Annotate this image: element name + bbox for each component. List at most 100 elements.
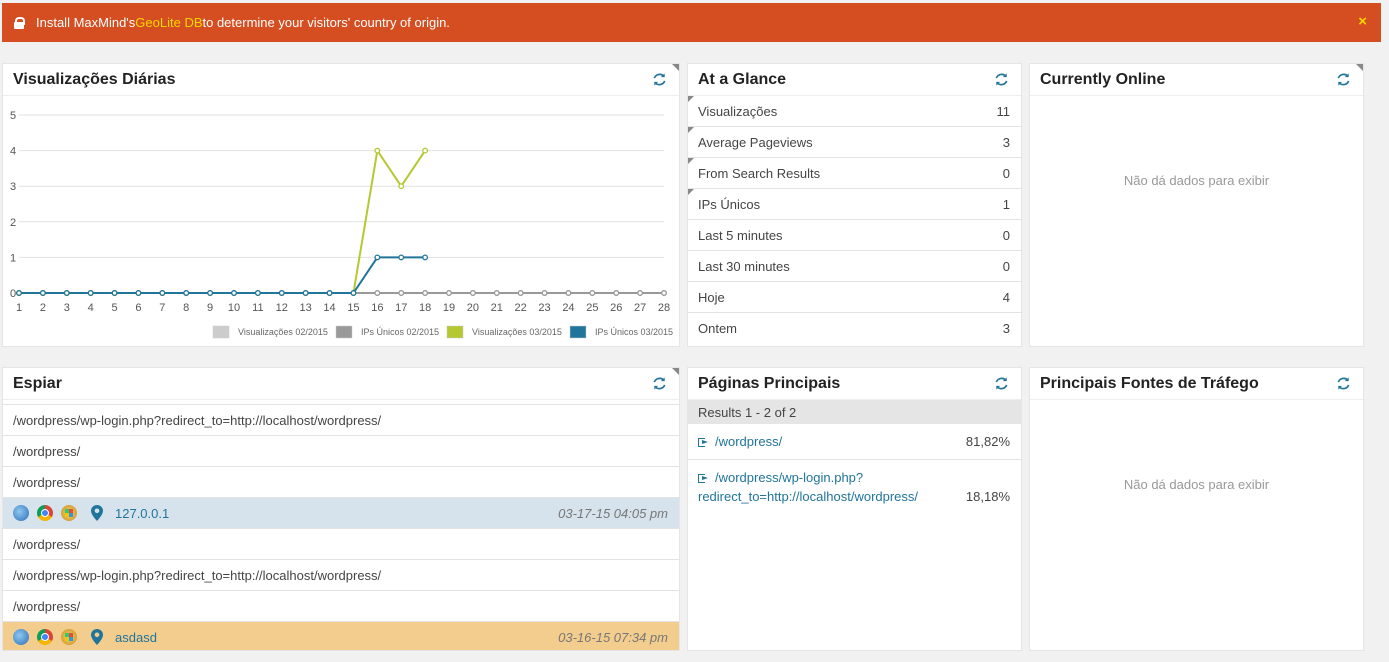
panel-title: Visualizações Diárias <box>13 70 176 88</box>
spy-page-row: /wordpress/wp-login.php?redirect_to=http… <box>3 404 679 435</box>
legend-label: IPs Únicos 02/2015 <box>361 327 439 337</box>
spy-page-row: /wordpress/wp-login.php?redirect_to=http… <box>3 559 679 590</box>
panel-title: Principais Fontes de Tráfego <box>1040 374 1259 392</box>
glance-row-average-pageviews: Average Pageviews 3 <box>688 127 1021 158</box>
top-page-link[interactable]: /wordpress/wp-login.php? redirect_to=http… <box>698 468 918 506</box>
refresh-icon[interactable] <box>1336 72 1351 87</box>
refresh-icon[interactable] <box>994 72 1009 87</box>
data-point <box>16 290 22 296</box>
spy-page-row: /wordpress/ <box>3 590 679 621</box>
y-tick-label: 5 <box>10 110 16 122</box>
visitor-ip[interactable]: asdasd <box>115 630 157 645</box>
geolite-notice: Install MaxMind's GeoLite DB to determin… <box>2 3 1381 42</box>
spy-visitor-row: 127.0.0.1 03-17-15 04:05 pm <box>3 497 679 528</box>
x-tick-label: 26 <box>610 302 622 314</box>
y-tick-label: 0 <box>10 288 16 300</box>
close-icon[interactable]: × <box>1358 13 1367 30</box>
panel-header: Páginas Principais <box>688 368 1021 400</box>
glance-row-last-5-minutes: Last 5 minutes 0 <box>688 220 1021 251</box>
top-page-path[interactable]: /wordpress/ <box>715 434 782 449</box>
data-point <box>422 254 429 261</box>
visitor-ip[interactable]: 127.0.0.1 <box>115 506 169 521</box>
data-point <box>422 290 429 296</box>
glance-value: 4 <box>1002 289 1010 305</box>
y-tick-label: 1 <box>10 252 16 264</box>
visitor-info: 127.0.0.1 <box>13 505 169 521</box>
data-point <box>398 290 405 296</box>
chrome-icon <box>37 505 53 521</box>
legend-swatch <box>446 325 464 339</box>
x-tick-label: 17 <box>395 302 407 314</box>
geolite-link[interactable]: GeoLite DB <box>135 15 202 30</box>
visit-time: 03-16-15 07:34 pm <box>558 629 668 645</box>
legend-swatch <box>569 325 587 339</box>
top-page-percent: 18,18% <box>965 489 1010 504</box>
spy-visitor-row: asdasd 03-16-15 07:34 pm <box>3 621 679 650</box>
refresh-icon[interactable] <box>994 376 1009 391</box>
x-tick-label: 22 <box>515 302 527 314</box>
data-point <box>374 254 381 261</box>
glance-value: 1 <box>1002 196 1010 212</box>
glance-label: Ontem <box>698 321 738 336</box>
map-pin-icon[interactable] <box>91 505 103 521</box>
panel-title: At a Glance <box>698 70 787 88</box>
panel-title: Currently Online <box>1040 70 1166 88</box>
spy-page-row: /wordpress/ <box>3 528 679 559</box>
series-line <box>19 256 426 294</box>
panel-corner <box>672 64 679 71</box>
data-point <box>613 290 620 296</box>
top-pages-panel: Páginas Principais Results 1 - 2 of 2 /w… <box>687 367 1022 651</box>
top-page-path[interactable]: /wordpress/wp-login.php? <box>715 470 863 485</box>
top-page-row: /wordpress/ 81,82% <box>688 424 1021 460</box>
panel-corner <box>1356 64 1363 71</box>
empty-message: Não dá dados para exibir <box>1123 477 1270 492</box>
traffic-sources-panel: Principais Fontes de Tráfego Não dá dado… <box>1029 367 1364 651</box>
data-point <box>302 290 309 296</box>
panel-header: Principais Fontes de Tráfego <box>1030 368 1363 400</box>
panel-title: Páginas Principais <box>698 374 841 392</box>
glance-value: 0 <box>1002 165 1010 181</box>
x-tick-label: 24 <box>562 302 574 314</box>
map-pin-icon[interactable] <box>91 629 103 645</box>
x-tick-label: 21 <box>491 302 503 314</box>
refresh-icon[interactable] <box>652 376 667 391</box>
refresh-icon[interactable] <box>1336 376 1351 391</box>
spy-page-row: /wordpress/ <box>3 466 679 497</box>
top-page-link[interactable]: /wordpress/ <box>698 432 782 451</box>
top-page-percent: 81,82% <box>965 434 1010 449</box>
currently-online-panel: Currently Online Não dá dados para exibi… <box>1029 63 1364 347</box>
data-point <box>374 147 381 154</box>
spy-page-row: /wordpress/ <box>3 435 679 466</box>
x-tick-label: 20 <box>467 302 479 314</box>
x-tick-label: 25 <box>586 302 598 314</box>
refresh-icon[interactable] <box>652 72 667 87</box>
data-point <box>326 290 333 296</box>
glance-value: 3 <box>1002 134 1010 150</box>
row-corner <box>688 189 694 195</box>
x-tick-label: 16 <box>371 302 383 314</box>
x-tick-label: 14 <box>323 302 335 314</box>
panel-header: Currently Online <box>1030 64 1363 96</box>
glance-label: Average Pageviews <box>698 134 813 150</box>
glance-value: 0 <box>1002 258 1010 274</box>
x-tick-label: 1 <box>16 302 22 314</box>
data-point <box>159 290 166 296</box>
x-tick-label: 9 <box>207 302 213 314</box>
spy-panel: Espiar /wordpress/wp-login.php?redirect_… <box>2 367 680 651</box>
data-point <box>422 147 429 154</box>
x-tick-label: 5 <box>111 302 117 314</box>
x-tick-label: 8 <box>183 302 189 314</box>
chrome-icon <box>37 629 53 645</box>
data-point <box>183 290 190 296</box>
data-point <box>541 290 548 296</box>
data-point <box>446 290 452 296</box>
daily-views-panel: Visualizações Diárias 0 1 2 3 4 5 1 2 3 4 5 6 7 8 9 10 1… <box>2 63 680 347</box>
x-tick-label: 2 <box>40 302 46 314</box>
glance-label: Visualizações <box>698 103 778 119</box>
x-tick-label: 27 <box>634 302 646 314</box>
x-tick-label: 15 <box>347 302 359 314</box>
at-a-glance-panel: At a Glance Visualizações 11 Average Page… <box>687 63 1022 347</box>
glance-value: 0 <box>1002 227 1010 243</box>
panel-corner <box>672 368 679 375</box>
top-page-path-cont[interactable]: redirect_to=http://localhost/wordpress/ <box>698 489 918 504</box>
